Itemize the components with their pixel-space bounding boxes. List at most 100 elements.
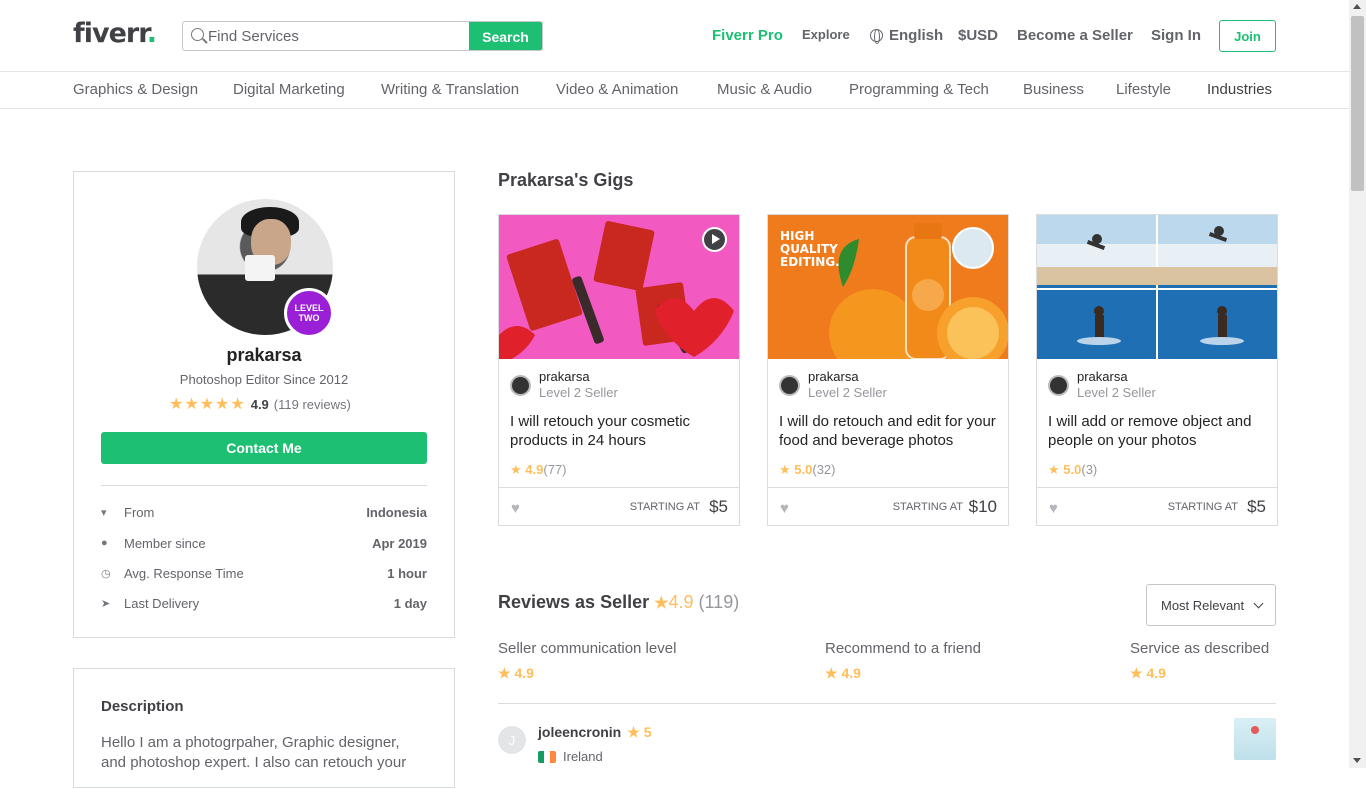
- level-badge-line1: LEVEL: [294, 303, 324, 313]
- category-graphics-design[interactable]: Graphics & Design: [73, 81, 198, 98]
- criteria-label: Service as described: [1130, 640, 1270, 657]
- divider: [101, 485, 427, 486]
- country-name: Ireland: [563, 749, 603, 764]
- level-two-badge: LEVEL TWO: [284, 288, 334, 338]
- scroll-down-arrow-icon[interactable]: [1353, 758, 1361, 763]
- review-count[interactable]: (119 reviews): [274, 397, 351, 412]
- gig-seller-name[interactable]: prakarsa: [808, 369, 859, 384]
- gig-title[interactable]: I will do retouch and edit for your food…: [779, 412, 999, 450]
- join-button[interactable]: Join: [1219, 20, 1276, 52]
- logo-text: fiverr: [73, 18, 148, 49]
- logo-dot: .: [146, 18, 157, 49]
- gig-image-beverage[interactable]: HIGH QUALITY EDITING.: [768, 215, 1008, 359]
- category-video-animation[interactable]: Video & Animation: [556, 81, 678, 98]
- sort-label: Most Relevant: [1161, 597, 1245, 613]
- gig-card[interactable]: prakarsa Level 2 Seller I will add or re…: [1036, 214, 1278, 526]
- gig-seller-level: Level 2 Seller: [808, 385, 887, 400]
- criteria-rating: ★ 4.9: [825, 665, 861, 681]
- clock-icon: ◷: [101, 568, 111, 580]
- gig-rating-count: (3): [1081, 462, 1098, 477]
- explore-link[interactable]: Explore: [802, 27, 850, 42]
- star-icon: ★★★★★: [169, 396, 246, 413]
- scrollbar-thumb[interactable]: [1351, 16, 1364, 191]
- gig-image-caption: HIGH QUALITY EDITING.: [780, 229, 840, 269]
- sign-in-link[interactable]: Sign In: [1151, 27, 1201, 44]
- starting-at-label: STARTING AT: [892, 501, 963, 513]
- category-industries[interactable]: Industries: [1207, 81, 1272, 98]
- reviewer-country: Ireland: [538, 749, 603, 764]
- heart-icon[interactable]: ♥: [1049, 500, 1058, 517]
- category-programming-tech[interactable]: Programming & Tech: [849, 81, 989, 98]
- criteria-label: Seller communication level: [498, 640, 677, 657]
- gig-rating-value: 5.0: [1063, 462, 1082, 477]
- gig-title[interactable]: I will add or remove object and people o…: [1048, 412, 1268, 450]
- reviewer-name-text: joleencronin: [538, 724, 622, 740]
- page-scrollbar[interactable]: [1349, 0, 1366, 768]
- star-icon: ★: [654, 595, 669, 612]
- gig-seller-name[interactable]: prakarsa: [1077, 369, 1128, 384]
- stat-value: Apr 2019: [372, 536, 427, 551]
- language-label: English: [889, 27, 944, 44]
- stat-label: From: [124, 505, 155, 520]
- user-icon: ●: [101, 537, 108, 549]
- category-writing-translation[interactable]: Writing & Translation: [381, 81, 519, 98]
- seller-rating: ★★★★★ 4.9 (119 reviews): [169, 394, 351, 414]
- category-lifestyle[interactable]: Lifestyle: [1116, 81, 1171, 98]
- review-gig-thumbnail[interactable]: [1234, 718, 1276, 760]
- category-menu: Graphics & Design Digital Marketing Writ…: [0, 72, 1349, 109]
- gig-card[interactable]: HIGH QUALITY EDITING. prakarsa Level 2 S…: [767, 214, 1009, 526]
- stat-label: Last Delivery: [124, 596, 200, 611]
- gig-price: $10: [968, 497, 997, 516]
- reviews-count: (119): [698, 592, 740, 612]
- scroll-up-arrow-icon[interactable]: [1353, 4, 1361, 9]
- reviewer-stars: 5: [643, 724, 652, 740]
- gig-image-cosmetics[interactable]: [499, 215, 739, 359]
- paper-plane-icon: ➤: [101, 598, 111, 610]
- language-selector[interactable]: English: [870, 27, 943, 44]
- gig-seller-name[interactable]: prakarsa: [539, 369, 590, 384]
- criteria-rating: ★ 4.9: [498, 665, 534, 681]
- become-seller-link[interactable]: Become a Seller: [1017, 27, 1133, 44]
- reviewer-name: joleencronin ★ 5: [538, 724, 651, 741]
- top-header: fiverr. Search Fiverr Pro Explore Englis…: [0, 0, 1349, 72]
- gig-footer: ♥ STARTING AT $5: [499, 487, 739, 525]
- gig-rating-value: 4.9: [525, 462, 544, 477]
- stat-value: 1 day: [393, 596, 427, 611]
- play-video-icon[interactable]: [702, 227, 727, 252]
- seller-username: prakarsa: [226, 345, 302, 365]
- stat-label: Avg. Response Time: [124, 566, 244, 581]
- currency-selector[interactable]: $USD: [958, 27, 998, 44]
- beach-illustration: [1037, 215, 1277, 359]
- stat-value: 1 hour: [387, 566, 427, 581]
- category-business[interactable]: Business: [1023, 81, 1084, 98]
- description-text: Hello I am a photogrpaher, Graphic desig…: [101, 734, 407, 771]
- star-icon: ★: [779, 462, 791, 477]
- criteria-label: Recommend to a friend: [825, 640, 981, 657]
- gig-title[interactable]: I will retouch your cosmetic products in…: [510, 412, 730, 450]
- heart-icon[interactable]: ♥: [511, 500, 520, 517]
- location-pin-icon: ▾: [101, 507, 107, 519]
- stat-label: Member since: [124, 536, 206, 551]
- starting-at-label: STARTING AT: [1167, 501, 1238, 513]
- criteria-recommend: Recommend to a friend ★ 4.9: [825, 640, 981, 682]
- criteria-communication: Seller communication level ★ 4.9: [498, 640, 676, 682]
- search-icon: [191, 28, 204, 41]
- ireland-flag-icon: [538, 750, 556, 763]
- gig-footer: ♥ STARTING AT $10: [768, 487, 1008, 525]
- fiverr-pro-link[interactable]: Fiverr Pro: [712, 27, 783, 44]
- reviewer-avatar: J: [498, 726, 526, 754]
- gig-card[interactable]: prakarsa Level 2 Seller I will retouch y…: [498, 214, 740, 526]
- sort-dropdown[interactable]: Most Relevant: [1146, 584, 1276, 626]
- fiverr-logo[interactable]: fiverr.: [73, 18, 157, 49]
- search-bar: Search: [182, 21, 543, 51]
- criteria-value: 4.9: [514, 665, 534, 681]
- search-input[interactable]: [208, 22, 468, 50]
- category-music-audio[interactable]: Music & Audio: [717, 81, 812, 98]
- gig-image-beach[interactable]: [1037, 215, 1277, 359]
- star-icon: ★: [510, 462, 522, 477]
- search-button[interactable]: Search: [469, 22, 542, 50]
- contact-me-button[interactable]: Contact Me: [101, 432, 427, 464]
- description-title: Description: [101, 698, 184, 715]
- category-digital-marketing[interactable]: Digital Marketing: [233, 81, 345, 98]
- heart-icon[interactable]: ♥: [780, 500, 789, 517]
